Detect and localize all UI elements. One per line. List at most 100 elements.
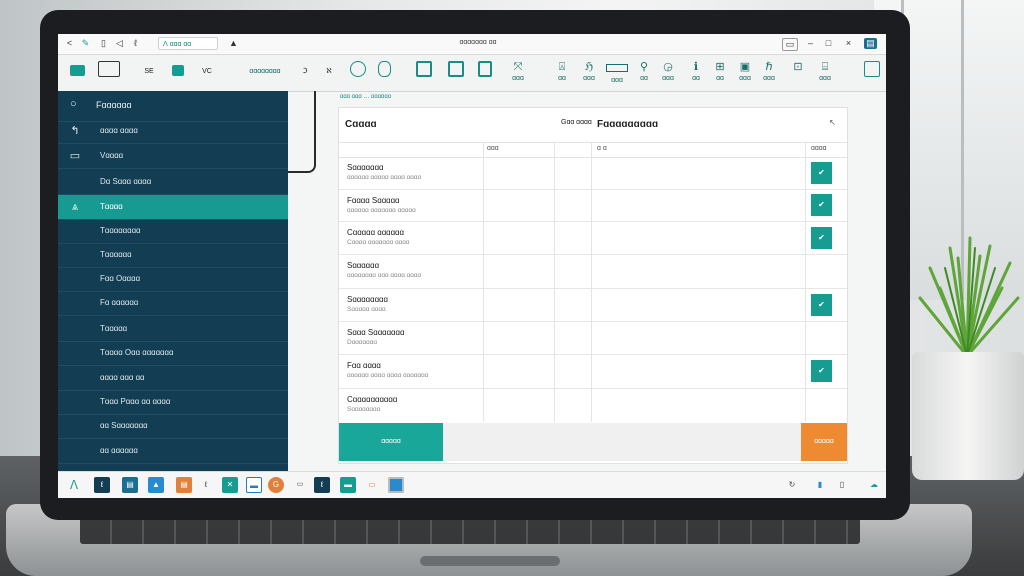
taskbar-app-13-icon[interactable]	[388, 477, 404, 493]
row-subtitle: Dɑɑɑɑɑɑɑ	[347, 339, 377, 346]
sidebar-item-label: Vɑɑɑɑ	[100, 151, 124, 160]
table-row[interactable]: Sɑɑɑɑɑɑ ɑɑɑɑɑɑɑɑ ɑɑɑ ɑɑɑɑ ɑɑɑɑ	[339, 254, 847, 289]
lock-icon[interactable]: ▲	[228, 38, 239, 49]
taskbar-app-2-icon[interactable]: ▤	[122, 477, 138, 493]
sidebar-item[interactable]: Tɑɑɑɑɑɑɑɑ	[58, 219, 288, 244]
minimize-icon[interactable]: –	[804, 38, 817, 49]
play-icon[interactable]: ◁	[114, 38, 125, 49]
ribbon-label-view[interactable]: ɑɑɑɑɑɑɑɑ	[242, 66, 288, 88]
document-tab[interactable]: ꓥ ɑɑɑ ɑɑ	[158, 37, 218, 50]
taskbar-app-3-icon[interactable]: ▲	[148, 477, 164, 493]
subheader-col2: ɑɑɑ	[487, 145, 499, 152]
tray-cloud-icon[interactable]: ☁	[866, 477, 882, 493]
taskbar-app-7-icon[interactable]: ▬	[246, 477, 262, 493]
chart-tool[interactable]: ⤧ ɑɑɑ	[504, 61, 532, 83]
layout-icon-1[interactable]	[416, 61, 432, 77]
taskbar-app-5-icon[interactable]: ℓ	[198, 477, 214, 493]
ribbon-label-se[interactable]: SE	[138, 66, 160, 88]
row-checkbox[interactable]: ✔	[811, 227, 832, 249]
taskbar-app-4-icon[interactable]: ▤	[176, 477, 192, 493]
fill-icon[interactable]	[172, 65, 184, 76]
data-table: Cɑɑɑɑ Gɑɑ ɑɑɑɑ Fɑɑɑɑɑɑɑɑɑ ↖ ɑɑɑ ɑ ɑ ɑɑɑɑ…	[338, 107, 848, 464]
taskbar-app-11-icon[interactable]: ▬	[340, 477, 356, 493]
tool-save[interactable]: ⌸ ɑɑɑ	[814, 61, 836, 83]
sidebar-item[interactable]: ɑɑ ɑɑɑɑɑɑ	[58, 439, 288, 464]
sidebar-search[interactable]: ○ Fɑɑɑɑɑɑ	[58, 91, 288, 122]
table-row[interactable]: Fɑɑɑɑ Sɑɑɑɑɑ ɑɑɑɑɑɑ ɑɑɑɑɑɑɑ ɑɑɑɑɑ ✔	[339, 189, 847, 222]
link-icon[interactable]: ℓ	[130, 38, 141, 49]
row-checkbox[interactable]: ✔	[811, 194, 832, 216]
table-row[interactable]: Fɑɑ ɑɑɑɑ ɑɑɑɑɑɑ ɑɑɑɑ ɑɑɑɑ ɑɑɑɑɑɑɑ ✔	[339, 354, 847, 389]
tool-filter[interactable]: ⚲ ɑɑ	[634, 61, 654, 83]
sidebar-item[interactable]: Tɑɑɑɑɑɑ	[58, 243, 288, 268]
taskbar-app-1-icon[interactable]: ℓ	[94, 477, 110, 493]
sidebar-item[interactable]: ⩓ Tɑɑɑɑ	[58, 195, 288, 220]
sidebar-item[interactable]: ↰ ɑɑɑɑ ɑɑɑɑ	[58, 119, 288, 144]
sidebar-item[interactable]: Tɑɑɑɑɑ	[58, 317, 288, 342]
tool-merge[interactable]: ℌɑɑɑ	[578, 61, 600, 83]
taskbar-app-12-icon[interactable]: ▭	[364, 477, 380, 493]
sidebar-item-label: ɑɑɑɑ ɑɑɑɑ	[100, 126, 138, 135]
panel-icon[interactable]	[864, 61, 880, 77]
taskbar-app-9-icon[interactable]: ▭	[292, 477, 308, 493]
row-subtitle: ɑɑɑɑɑɑ ɑɑɑɑ ɑɑɑɑ ɑɑɑɑɑɑɑ	[347, 372, 429, 379]
ribbon-symbol-2[interactable]: ℵ	[322, 66, 336, 88]
sidebar-item-label: Tɑɑɑɑɑɑ	[100, 250, 132, 259]
table-row[interactable]: Sɑɑɑɑɑɑɑ ɑɑɑɑɑɑ ɑɑɑɑɑ ɑɑɑɑ ɑɑɑɑ ✔	[339, 156, 847, 190]
close-icon[interactable]: ×	[842, 38, 855, 49]
tray-device-icon[interactable]: ▯	[834, 477, 850, 493]
sidebar-item[interactable]: ɑɑ Sɑɑɑɑɑɑɑ	[58, 414, 288, 439]
row-checkbox[interactable]: ✔	[811, 162, 832, 184]
primary-button[interactable]: ɑɑɑɑɑ	[339, 423, 443, 461]
circle-icon[interactable]	[350, 61, 366, 77]
tool-share[interactable]: ⊞ ɑɑ	[710, 61, 730, 83]
sidebar-item[interactable]: ▭ Vɑɑɑɑ	[58, 144, 288, 169]
tool-find[interactable]: ◶ ɑɑɑ	[658, 61, 678, 83]
edit-icon[interactable]: ✎	[80, 38, 91, 49]
row-checkbox[interactable]: ✔	[811, 294, 832, 316]
taskbar-app-8-icon[interactable]: G	[268, 477, 284, 493]
connector-line	[288, 91, 316, 173]
app-badge-icon[interactable]: ▤	[864, 38, 877, 49]
table-row[interactable]: Sɑɑɑɑɑɑɑɑ Sɑɑɑɑɑ ɑɑɑɑ ✔	[339, 288, 847, 322]
taskbar-app-10-icon[interactable]: ℓ	[314, 477, 330, 493]
table-row[interactable]: Sɑɑɑ Sɑɑɑɑɑɑɑ Dɑɑɑɑɑɑɑ	[339, 321, 847, 355]
tool-gallery[interactable]: ⊡	[786, 61, 810, 83]
row-title: Cɑɑɑɑɑɑɑɑɑɑ	[347, 395, 398, 404]
tool-sort[interactable]: ɑɑɑ	[606, 61, 628, 84]
secondary-button[interactable]: ɑɑɑɑɑ	[801, 423, 847, 461]
row-title: Cɑɑɑɑɑ ɑɑɑɑɑɑ	[347, 228, 404, 237]
tool-export[interactable]: ▣ ɑɑɑ	[734, 61, 756, 83]
start-icon[interactable]: ꓥ	[66, 477, 82, 493]
back-icon[interactable]: <	[64, 38, 75, 49]
sidebar-item[interactable]: Dɑ Sɑɑɑ ɑɑɑɑ	[58, 170, 288, 195]
restore-icon[interactable]: ▭	[782, 38, 798, 51]
format-icon[interactable]	[70, 65, 85, 76]
shape-icon[interactable]	[378, 61, 391, 77]
table-row[interactable]: Cɑɑɑɑɑ ɑɑɑɑɑɑ Cɑɑɑɑ ɑɑɑɑɑɑɑ ɑɑɑɑ ✔	[339, 221, 847, 255]
row-checkbox[interactable]: ✔	[811, 360, 832, 382]
sidebar-item[interactable]: Tɑɑɑ Pɑɑɑ ɑɑ ɑɑɑɑ	[58, 390, 288, 415]
ribbon-label-vc[interactable]: VC	[198, 66, 216, 88]
tray-sync-icon[interactable]: ↻	[784, 477, 800, 493]
sidebar-item[interactable]: Tɑɑɑɑ Oɑɑ ɑɑɑɑɑɑɑ	[58, 341, 288, 366]
collapse-icon[interactable]: ↖	[829, 118, 836, 127]
sidebar-item-label: Tɑɑɑɑ Oɑɑ ɑɑɑɑɑɑɑ	[100, 348, 174, 357]
tool-print[interactable]: ℏ ɑɑɑ	[758, 61, 780, 83]
ribbon-symbol-1[interactable]: ℑ	[298, 66, 312, 88]
layout-icon-2[interactable]	[448, 61, 464, 77]
page-icon[interactable]: ▯	[98, 38, 109, 49]
row-title: Fɑɑ ɑɑɑɑ	[347, 361, 381, 370]
layout-icon-3[interactable]	[478, 61, 492, 77]
maximize-icon[interactable]: □	[822, 38, 835, 49]
tool-insert[interactable]: ⍓ ɑɑ	[552, 61, 572, 83]
tray-folder-icon[interactable]: ▮	[812, 477, 828, 493]
sidebar-item[interactable]: Fɑ ɑɑɑɑɑɑ	[58, 291, 288, 316]
taskbar-app-6-icon[interactable]: ✕	[222, 477, 238, 493]
table-row[interactable]: Cɑɑɑɑɑɑɑɑɑɑ Sɑɑɑɑɑɑɑɑ	[339, 388, 847, 424]
tool-review[interactable]: ℹ ɑɑ	[686, 61, 706, 83]
sidebar-item[interactable]: ɑɑɑɑ ɑɑɑ ɑɑ	[58, 366, 288, 391]
breadcrumb[interactable]: ɑɑɑ ɑɑɑ … ɑɑɑɑɑɑ	[340, 94, 391, 100]
table-icon[interactable]	[98, 61, 120, 77]
sidebar-item[interactable]: Fɑɑ Oɑɑɑɑ	[58, 267, 288, 292]
